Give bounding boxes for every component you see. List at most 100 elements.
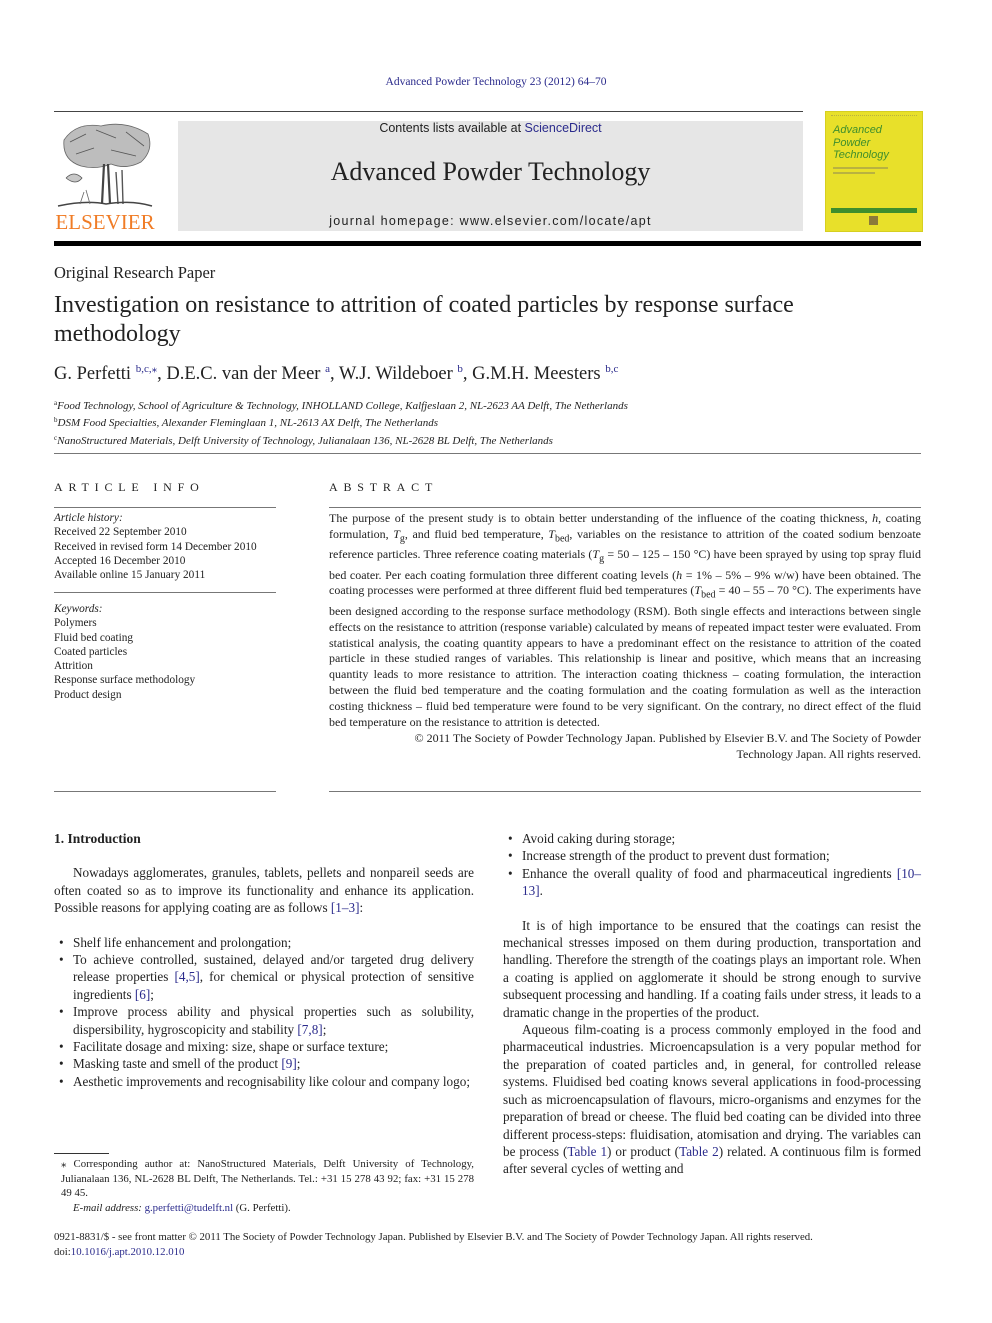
reference-link[interactable]: [7,8] <box>297 1022 322 1037</box>
keywords: Keywords: Polymers Fluid bed coating Coa… <box>54 602 195 702</box>
body-column-left: 1. Introduction Nowadays agglomerates, g… <box>54 830 474 1091</box>
article-history: Article history: Received 22 September 2… <box>54 511 257 582</box>
front-matter: 0921-8831/$ - see front matter © 2011 Th… <box>54 1231 813 1243</box>
author-affiliation-mark[interactable]: b <box>457 363 463 375</box>
cover-title-line: Powder <box>833 136 871 149</box>
contents-prefix: Contents lists available at <box>379 121 525 135</box>
elsevier-logo[interactable]: ELSEVIER <box>54 120 156 234</box>
author-list: G. Perfetti b,c,⁎, D.E.C. van der Meer a… <box>54 363 619 384</box>
list-item-text: . <box>539 883 543 899</box>
journal-cover-thumbnail[interactable]: Advanced Powder Technology <box>825 111 923 232</box>
header-top-rule <box>54 111 803 112</box>
affiliation: aFood Technology, School of Agriculture … <box>54 396 628 413</box>
cover-green-bar <box>831 208 917 213</box>
reference-link[interactable]: [1–3] <box>331 900 360 915</box>
paragraph: It is of high importance to be ensured t… <box>503 917 921 1020</box>
contents-line: Contents lists available at ScienceDirec… <box>178 121 803 135</box>
affiliation-text: NanoStructured Materials, Delft Universi… <box>57 434 553 447</box>
body-column-right: Avoid caking during storage; Increase st… <box>503 830 921 1178</box>
list-item: To achieve controlled, sustained, delaye… <box>54 951 474 1003</box>
table-link[interactable]: Table 2 <box>679 1144 719 1159</box>
abstract-body: The purpose of the present study is to o… <box>329 511 921 763</box>
journal-banner: Contents lists available at ScienceDirec… <box>178 121 803 231</box>
paragraph: Aqueous film-coating is a process common… <box>503 1021 921 1178</box>
footnote: ⁎ Corresponding author at: NanoStructure… <box>54 1157 474 1215</box>
keywords-label: Keywords: <box>54 603 103 615</box>
doi-line: doi:10.1016/j.apt.2010.12.010 <box>54 1245 921 1260</box>
author-name[interactable]: D.E.C. van der Meer <box>166 364 320 384</box>
list-item-text: Masking taste and smell of the product <box>73 1056 282 1072</box>
abstract-heading: ABSTRACT <box>329 480 439 494</box>
sciencedirect-link[interactable]: ScienceDirect <box>525 121 602 135</box>
footnote-rule <box>54 1153 109 1154</box>
affiliation-text: Food Technology, School of Agriculture &… <box>57 400 628 412</box>
abstract-copyright: © 2011 The Society of Powder Technology … <box>329 731 921 763</box>
copyright-line: Technology Japan. All rights reserved. <box>736 746 921 761</box>
reference-link[interactable]: [6] <box>135 987 150 1002</box>
reference-link[interactable]: [9] <box>281 1056 296 1071</box>
list-item-text: ; <box>150 986 154 1002</box>
paragraph-text: ) or product ( <box>607 1143 680 1159</box>
author-affiliation-mark[interactable]: b,c <box>605 363 618 375</box>
divider <box>54 791 276 792</box>
email-label: E-mail address: <box>73 1201 142 1214</box>
abstract-text: The purpose of the present study is to o… <box>329 511 921 731</box>
list-item: Improve process ability and physical pro… <box>54 1003 474 1038</box>
author-affiliation-mark[interactable]: b,c,⁎ <box>136 363 157 375</box>
section-heading: 1. Introduction <box>54 831 141 846</box>
journal-homepage[interactable]: journal homepage: www.elsevier.com/locat… <box>178 214 803 228</box>
keyword: Polymers <box>54 617 97 630</box>
keyword: Attrition <box>54 660 93 673</box>
paper-title: Investigation on resistance to attrition… <box>54 292 794 347</box>
divider <box>329 791 921 792</box>
paper-type: Original Research Paper <box>54 263 216 282</box>
var-T: T <box>548 526 555 541</box>
affiliations: aFood Technology, School of Agriculture … <box>54 396 628 448</box>
cover-subtitle-line <box>833 172 875 174</box>
email-line: E-mail address: g.perfetti@tudelft.nl (G… <box>54 1201 474 1216</box>
author-name[interactable]: G.M.H. Meesters <box>472 364 600 384</box>
journal-citation[interactable]: Advanced Powder Technology 23 (2012) 64–… <box>0 76 992 88</box>
list-item: Enhance the overall quality of food and … <box>503 865 921 900</box>
keyword: Product design <box>54 688 122 701</box>
var-T: T <box>393 526 400 541</box>
keyword: Coated particles <box>54 645 128 658</box>
email-link[interactable]: g.perfetti@tudelft.nl <box>145 1202 234 1214</box>
header-thick-rule <box>54 241 921 246</box>
cover-title: Advanced Powder Technology <box>833 124 889 162</box>
divider <box>54 507 276 508</box>
list-item-text: Enhance the overall quality of food and … <box>522 865 897 881</box>
reference-link[interactable]: [4,5] <box>174 969 199 984</box>
abstract-span: , and fluid bed temperature, <box>404 526 549 541</box>
corresponding-author-note: ⁎ Corresponding author at: NanoStructure… <box>61 1158 474 1199</box>
page-footer: 0921-8831/$ - see front matter © 2011 Th… <box>54 1230 921 1259</box>
history-item: Received 22 September 2010 <box>54 526 187 539</box>
email-suffix: (G. Perfetti). <box>233 1201 291 1214</box>
paragraph-text: Aqueous film-coating is a process common… <box>503 1022 921 1159</box>
abstract-span: The purpose of the present study is to o… <box>329 511 873 525</box>
history-item: Received in revised form 14 December 201… <box>54 540 257 553</box>
abstract-span: = 40 – 55 – 70 °C). The experiments have… <box>329 583 921 730</box>
list-item-text: ; <box>322 1021 327 1037</box>
list-item-text: ; <box>296 1056 301 1072</box>
history-item: Available online 15 January 2011 <box>54 569 206 582</box>
table-link[interactable]: Table 1 <box>567 1144 607 1159</box>
author-affiliation-mark[interactable]: a <box>325 363 330 375</box>
affiliation: bDSM Food Specialties, Alexander Fleming… <box>54 413 628 430</box>
list-item: Aesthetic improvements and recognisabili… <box>54 1073 474 1091</box>
cover-elsevier-emblem-icon <box>869 216 878 225</box>
doi-link[interactable]: 10.1016/j.apt.2010.12.010 <box>71 1246 185 1258</box>
elsevier-wordmark: ELSEVIER <box>55 210 155 234</box>
list-item: Increase strength of the product to prev… <box>503 847 921 865</box>
cover-top-ticks <box>831 115 917 119</box>
author-name[interactable]: G. Perfetti <box>54 364 131 384</box>
keyword: Response surface methodology <box>54 674 196 687</box>
journal-title: Advanced Powder Technology <box>330 157 651 186</box>
affiliation-text: DSM Food Specialties, Alexander Flemingl… <box>57 417 439 430</box>
list-item: Shelf life enhancement and prolongation; <box>54 934 474 952</box>
list-item-text: Improve process ability and physical pro… <box>73 1004 474 1037</box>
author-name[interactable]: W.J. Wildeboer <box>339 364 453 384</box>
bullet-list: Shelf life enhancement and prolongation;… <box>54 934 474 1091</box>
